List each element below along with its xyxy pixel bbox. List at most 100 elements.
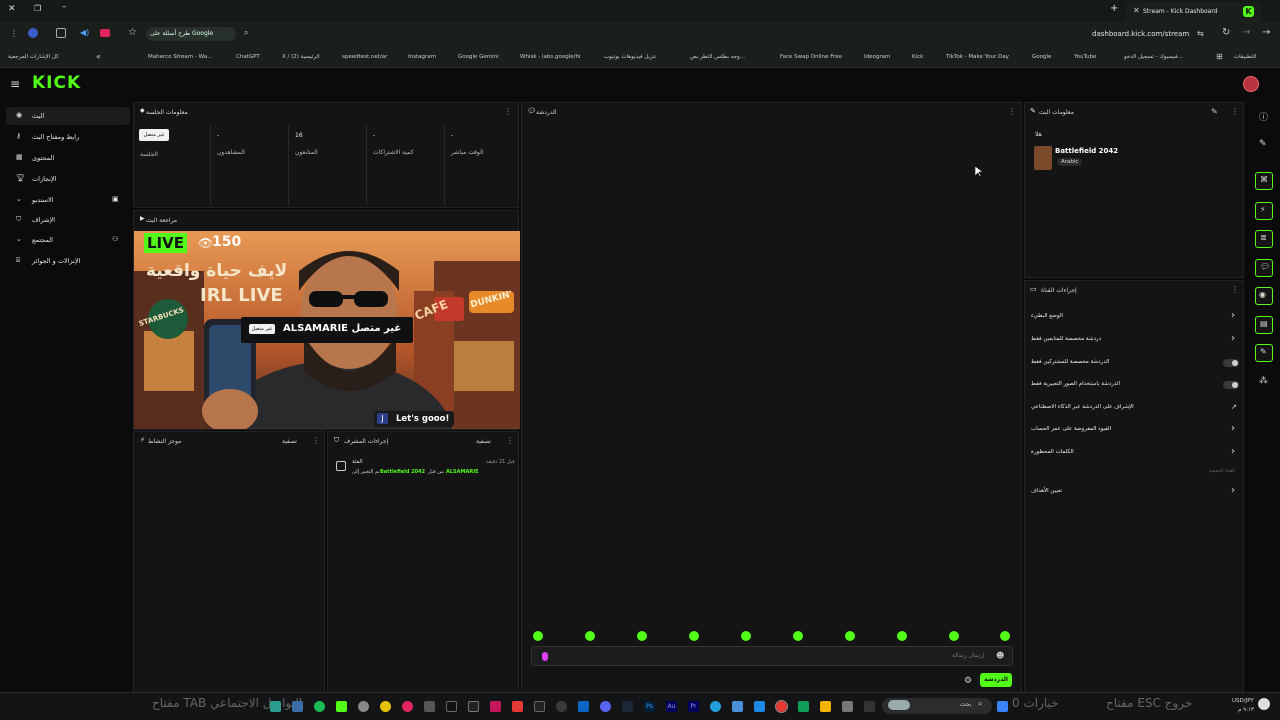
taskbar-search[interactable]: بحث ⌕ <box>882 698 992 714</box>
bookmark-item[interactable]: فيسبوك - تسجيل الدخو... <box>1124 54 1204 60</box>
restore-window-icon[interactable]: ❐ <box>34 4 41 13</box>
taskbar-app-icon[interactable] <box>380 701 391 712</box>
emoji-button-icon[interactable] <box>542 652 548 661</box>
sidebar-item-stream[interactable]: ◉ البث <box>6 107 130 125</box>
game-name[interactable]: Battlefield 2042 <box>1055 147 1118 155</box>
rail-button[interactable]: ▤ <box>1255 316 1273 334</box>
slow-mode-row[interactable]: الوضع البطيء › <box>1025 309 1245 325</box>
tiktok-icon[interactable] <box>446 701 457 712</box>
rail-button[interactable]: ◉ <box>1255 287 1273 305</box>
minimize-window-icon[interactable]: – <box>62 2 67 12</box>
taskbar-app-icon[interactable] <box>534 701 545 712</box>
audition-icon[interactable]: Au <box>666 701 677 712</box>
tab-close-icon[interactable]: ✕ <box>1133 6 1140 15</box>
github-icon[interactable] <box>358 701 369 712</box>
telegram-icon[interactable] <box>710 701 721 712</box>
subscribers-only-toggle[interactable] <box>1223 359 1239 367</box>
google-lens-chip[interactable]: طرح أسئلة على Google <box>146 27 236 41</box>
bookmark-item[interactable]: Google <box>1032 54 1051 60</box>
bookmark-item[interactable]: Kick <box>912 54 923 60</box>
emote-icon[interactable] <box>637 631 647 641</box>
chrome-icon[interactable] <box>775 700 788 713</box>
sidebar-item-drops[interactable]: ⌸ الإنزالات و الجوائز <box>6 252 130 270</box>
taskbar-app-icon[interactable] <box>424 701 435 712</box>
rail-button[interactable]: ⌘ <box>1255 172 1273 190</box>
emote-icon[interactable] <box>949 631 959 641</box>
bookmark-item[interactable]: Ideogram <box>864 54 890 60</box>
discord-icon[interactable] <box>600 701 611 712</box>
bookmark-item[interactable]: TikTok - Make Your Day <box>946 54 1009 60</box>
taskbar-app-icon[interactable] <box>402 701 413 712</box>
site-settings-icon[interactable]: ⇆ <box>1197 29 1204 38</box>
emotes-only-toggle[interactable] <box>1223 381 1239 389</box>
taskbar-app-icon[interactable] <box>622 701 633 712</box>
rail-button[interactable]: ≣ <box>1255 230 1273 248</box>
blocked-words-row[interactable]: الكلمات المحظورة › <box>1025 445 1245 461</box>
sidebar-item-stream-key[interactable]: ⚷ رابط ومفتاح البث <box>6 128 130 146</box>
panel-menu-icon[interactable]: ⋮ <box>1231 107 1239 116</box>
back-icon[interactable]: → <box>1262 27 1270 38</box>
emote-icon[interactable] <box>533 631 543 641</box>
premiere-icon[interactable]: Pr <box>688 701 699 712</box>
sidebar-item-community[interactable]: ⌄ المجتمع ⚇ <box>6 231 130 249</box>
followers-only-row[interactable]: دردشة مخصصة للمتابعين فقط › <box>1025 332 1245 348</box>
emote-icon[interactable] <box>741 631 751 641</box>
menu-dots-icon[interactable]: ⋮ <box>10 29 18 38</box>
emote-icon[interactable] <box>897 631 907 641</box>
record-icon[interactable] <box>100 29 110 37</box>
apps-grid-icon[interactable]: ⊞ <box>1216 52 1223 61</box>
panel-menu-icon[interactable]: ⋮ <box>1231 285 1239 294</box>
bookmark-item[interactable]: speedtest.net/ar <box>342 54 387 60</box>
bookmark-item[interactable]: Whisk - labs.google/fx <box>520 54 581 60</box>
taskbar-app-icon[interactable] <box>732 701 743 712</box>
panel-menu-icon[interactable]: ⋮ <box>506 436 514 445</box>
forward-icon[interactable]: → <box>1242 27 1250 38</box>
taskbar-app-icon[interactable] <box>512 701 523 712</box>
kick-logo[interactable]: KICK <box>32 73 81 93</box>
notification-icon[interactable] <box>1258 698 1270 710</box>
sidebar-item-content[interactable]: ▦ المحتوى <box>6 149 130 167</box>
spotify-icon[interactable] <box>314 701 325 712</box>
emote-icon[interactable] <box>585 631 595 641</box>
account-age-row[interactable]: القيود المفروضة على عمر الحساب › <box>1025 422 1245 438</box>
emote-icon[interactable] <box>689 631 699 641</box>
rail-button[interactable]: 💬︎ <box>1255 259 1273 277</box>
send-chat-button[interactable]: الدردشة <box>980 673 1012 687</box>
url-text[interactable]: dashboard.kick.com/stream <box>1092 30 1189 38</box>
info-icon[interactable]: ⓘ <box>1259 110 1268 123</box>
add-widget-icon[interactable]: ⁂ <box>1259 376 1268 386</box>
emote-icon[interactable] <box>1000 631 1010 641</box>
kick-app-icon[interactable] <box>336 701 347 712</box>
bookmark-item[interactable]: Instagram <box>408 54 436 60</box>
taskbar-app-icon[interactable] <box>578 701 589 712</box>
user-avatar[interactable] <box>1243 76 1259 92</box>
taskbar-app-icon[interactable] <box>468 701 479 712</box>
emote-icon[interactable] <box>793 631 803 641</box>
sound-icon[interactable]: ◀) <box>80 28 89 37</box>
settings-icon[interactable] <box>842 701 853 712</box>
set-goals-row[interactable]: تعيين الأهداف › <box>1025 484 1245 500</box>
search-icon[interactable]: ⌕ <box>244 28 248 38</box>
edit-pencil-icon[interactable]: ✎ <box>1211 107 1218 116</box>
taskbar-app-icon[interactable] <box>490 701 501 712</box>
sidebar-item-studio[interactable]: ⌄ الاستديو ▣ <box>6 191 130 209</box>
all-bookmarks[interactable]: كل الإشارات المرجعية <box>8 54 59 60</box>
bookmark-item[interactable]: YouTube <box>1074 54 1096 60</box>
bookmark-item[interactable]: Maherco Stream - Wa... <box>148 54 212 60</box>
profile-avatar[interactable] <box>28 28 38 38</box>
bookmark-item[interactable]: Google Gemini <box>458 54 499 60</box>
bookmark-item[interactable]: وجه بطلس التطر بص... <box>690 54 745 60</box>
tab-kick-dashboard[interactable]: ✕ Stream - Kick Dashboard K <box>1125 2 1261 22</box>
chevron-double-left-icon[interactable]: « <box>96 52 101 61</box>
bookmark-star-icon[interactable]: ☆ <box>128 27 137 38</box>
rail-button[interactable]: ✎ <box>1255 344 1273 362</box>
filter-button[interactable]: تصفية <box>282 438 297 445</box>
stream-thumbnail[interactable]: LIVE 👁︎ 150 لايف حياة واقعية IRL LIVE ST… <box>134 231 520 429</box>
taskbar-app-icon[interactable] <box>798 701 809 712</box>
bookmark-item[interactable]: Face Swap Online Free <box>780 54 842 60</box>
hamburger-menu-icon[interactable]: ≡ <box>10 77 20 91</box>
edit-pencil-icon[interactable]: ✎ <box>1259 139 1267 149</box>
bookmark-item[interactable]: ChatGPT <box>236 54 260 60</box>
panel-menu-icon[interactable]: ⋮ <box>312 436 320 445</box>
filter-button[interactable]: تصفية <box>476 438 491 445</box>
